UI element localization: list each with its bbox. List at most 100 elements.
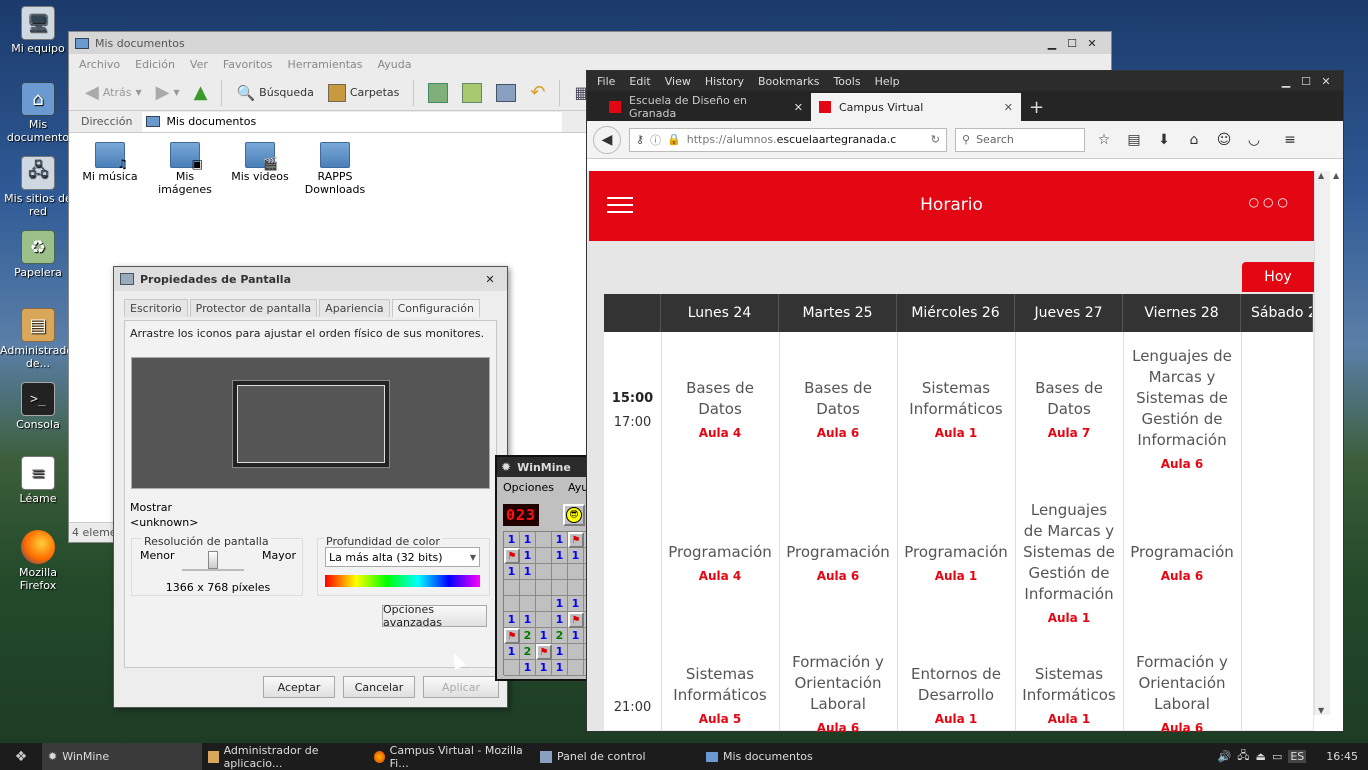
color-depth-select[interactable]: La más alta (32 bits) ▼ — [325, 547, 480, 567]
menu-opciones[interactable]: Opciones — [503, 481, 554, 494]
open-cell[interactable] — [568, 644, 584, 660]
up-button[interactable]: ▲ — [190, 79, 212, 107]
schedule-slot[interactable]: Programación Aula 6 — [1129, 542, 1235, 587]
menu-help[interactable]: Help — [875, 75, 900, 88]
number-cell[interactable]: 1 — [520, 548, 536, 564]
close-button[interactable]: ✕ — [483, 272, 497, 286]
number-cell[interactable]: 1 — [520, 612, 536, 628]
open-cell[interactable] — [536, 548, 552, 564]
apply-button[interactable]: Aplicar — [423, 676, 499, 698]
open-cell[interactable] — [504, 580, 520, 596]
desktop-icon-papelera[interactable]: ♻ Papelera — [0, 230, 76, 279]
tab-campus-virtual[interactable]: Campus Virtual ✕ — [811, 93, 1021, 121]
page-scrollbar[interactable]: ▲ ▼ — [1314, 171, 1330, 715]
open-cell[interactable] — [520, 580, 536, 596]
new-tab-button[interactable]: + — [1021, 93, 1052, 121]
open-cell[interactable] — [536, 564, 552, 580]
monitor-icon[interactable] — [232, 380, 390, 468]
scroll-down-icon[interactable]: ▼ — [1318, 706, 1324, 715]
number-cell[interactable]: 1 — [520, 564, 536, 580]
forward-button[interactable]: ▶ ▼ — [152, 79, 184, 107]
address-field[interactable]: Mis documentos — [142, 111, 563, 132]
maximize-button[interactable]: ☐ — [1299, 74, 1313, 88]
open-cell[interactable] — [568, 660, 584, 676]
number-cell[interactable]: 1 — [568, 628, 584, 644]
flag-cell[interactable]: ⚑ — [568, 532, 584, 548]
number-cell[interactable]: 1 — [536, 660, 552, 676]
number-cell[interactable]: 1 — [536, 628, 552, 644]
smiley-button[interactable]: 😎 — [563, 504, 585, 526]
number-cell[interactable]: 1 — [552, 644, 568, 660]
desktop-icon-consola[interactable]: >_ Consola — [0, 382, 76, 431]
task-administrador[interactable]: Administrador de aplicacio... — [202, 743, 368, 770]
number-cell[interactable]: 1 — [552, 596, 568, 612]
desktop-icon-mis-sitios-de-red[interactable]: 🖧 Mis sitios de red — [0, 156, 76, 218]
task-mis-documentos[interactable]: Mis documentos — [700, 743, 866, 770]
start-button[interactable]: ❖ — [0, 743, 42, 770]
volume-icon[interactable]: 🔊 — [1218, 750, 1232, 763]
desktop-icon-leame[interactable]: ≡ Léame — [0, 456, 76, 505]
schedule-slot[interactable]: Lenguajes de Marcas y Sistemas de Gestió… — [1129, 346, 1235, 475]
number-cell[interactable]: 1 — [552, 532, 568, 548]
open-cell[interactable] — [520, 596, 536, 612]
close-tab-icon[interactable]: ✕ — [1004, 101, 1013, 114]
bookmark-star-button[interactable]: ☆ — [1093, 129, 1115, 151]
number-cell[interactable]: 1 — [504, 564, 520, 580]
close-button[interactable]: ✕ — [1085, 36, 1099, 50]
flag-cell[interactable]: ⚑ — [536, 644, 552, 660]
pocket-button[interactable]: ◡ — [1243, 129, 1265, 151]
open-cell[interactable] — [536, 580, 552, 596]
home-button[interactable]: ⌂ — [1183, 129, 1205, 151]
clock[interactable]: 16:45 — [1326, 750, 1358, 763]
schedule-slot[interactable]: Sistemas Informáticos Aula 5 — [667, 664, 773, 730]
advanced-options-button[interactable]: Opciones avanzadas — [382, 603, 487, 629]
folder-mi-musica[interactable]: ♫ Mi música — [74, 142, 146, 183]
cancel-button[interactable]: Cancelar — [343, 676, 415, 698]
outer-scrollbar[interactable]: ▲ — [1330, 171, 1343, 731]
desktop-icon-mi-equipo[interactable]: 🖥 Mi equipo — [0, 6, 76, 55]
schedule-slot[interactable]: Lenguajes de Marcas y Sistemas de Gestió… — [1021, 500, 1117, 629]
network-icon[interactable]: 🖧 — [1237, 747, 1249, 766]
folder-rapps-downloads[interactable]: RAPPS Downloads — [299, 142, 371, 196]
reload-icon[interactable]: ↻ — [931, 133, 940, 146]
open-cell[interactable] — [552, 580, 568, 596]
desktop-icon-firefox[interactable]: Mozilla Firefox — [0, 530, 76, 592]
menu-bookmarks[interactable]: Bookmarks — [758, 75, 819, 88]
number-cell[interactable]: 1 — [568, 596, 584, 612]
number-cell[interactable]: 1 — [552, 612, 568, 628]
reading-list-button[interactable]: ▤ — [1123, 129, 1145, 151]
schedule-slot[interactable]: Programación Aula 6 — [785, 542, 891, 587]
tab-escuela-diseno[interactable]: Escuela de Diseño en Granada ✕ — [601, 93, 811, 121]
delete-button[interactable] — [492, 79, 520, 107]
search-button[interactable]: 🔍 Búsqueda — [232, 79, 317, 107]
number-cell[interactable]: 1 — [504, 532, 520, 548]
downloads-button[interactable]: ⬇ — [1153, 129, 1175, 151]
menu-file[interactable]: File — [597, 75, 615, 88]
tab-apariencia[interactable]: Apariencia — [319, 299, 390, 317]
open-cell[interactable] — [536, 596, 552, 612]
menu-herramientas[interactable]: Herramientas — [288, 58, 363, 71]
open-cell[interactable] — [536, 532, 552, 548]
safely-remove-icon[interactable]: ⏏ — [1256, 750, 1266, 763]
open-cell[interactable] — [536, 612, 552, 628]
schedule-slot[interactable]: Sistemas Informáticos Aula 1 — [1021, 664, 1117, 730]
schedule-slot[interactable]: Sistemas Informáticos Aula 1 — [903, 378, 1009, 444]
folders-button[interactable]: Carpetas — [324, 79, 403, 107]
open-cell[interactable] — [568, 564, 584, 580]
number-cell[interactable]: 1 — [520, 660, 536, 676]
number-cell[interactable]: 2 — [520, 628, 536, 644]
maximize-button[interactable]: ☐ — [1065, 36, 1079, 50]
close-button[interactable]: ✕ — [1319, 74, 1333, 88]
url-bar[interactable]: ⚷ ⓘ 🔒 https://alumnos.escuelaartegranada… — [629, 127, 947, 152]
menu-view[interactable]: View — [665, 75, 691, 88]
tab-escritorio[interactable]: Escritorio — [124, 299, 188, 317]
desktop-icon-administrador[interactable]: ▤ Administrador de... — [0, 308, 78, 370]
display-icon[interactable]: ▭ — [1272, 750, 1282, 763]
tab-protector[interactable]: Protector de pantalla — [189, 299, 318, 317]
search-bar[interactable]: ⚲ Search — [955, 127, 1085, 152]
number-cell[interactable]: 1 — [504, 644, 520, 660]
resolution-slider-thumb[interactable] — [208, 551, 218, 569]
tab-configuracion[interactable]: Configuración — [391, 299, 480, 317]
scroll-up-icon[interactable]: ▲ — [1318, 171, 1324, 180]
schedule-slot[interactable]: Bases de Datos Aula 4 — [667, 378, 773, 444]
